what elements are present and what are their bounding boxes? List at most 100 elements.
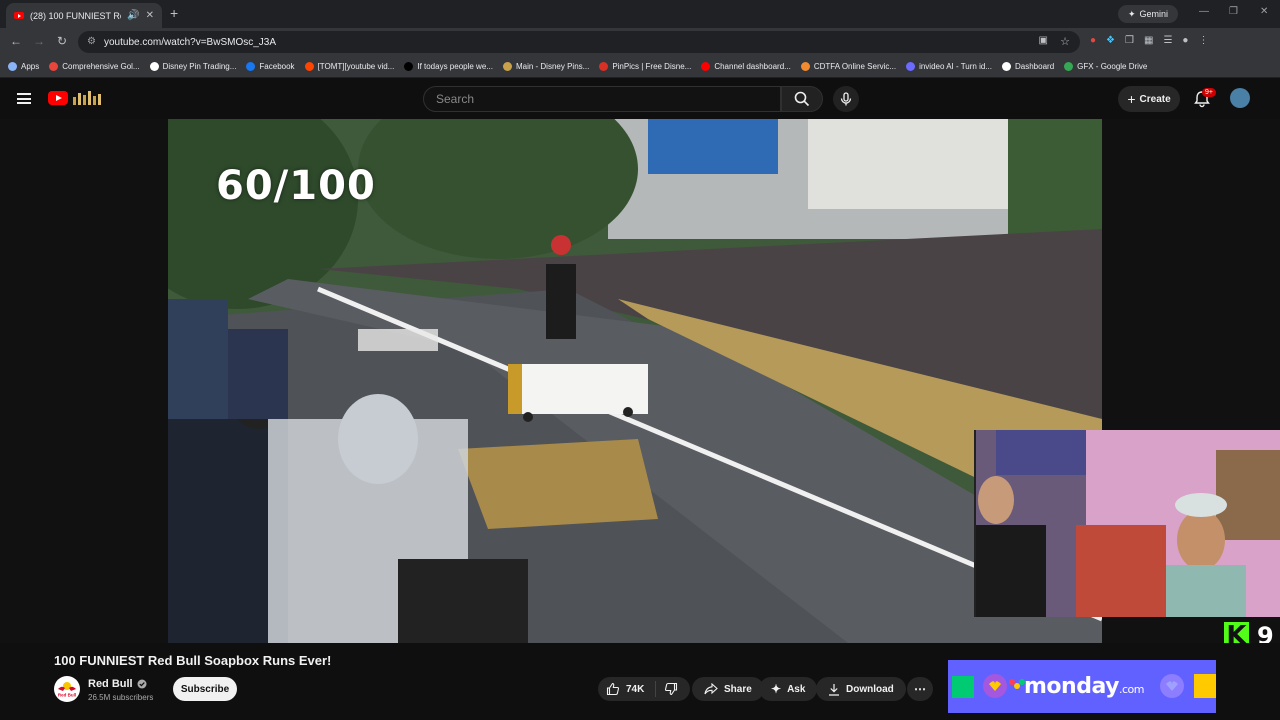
ask-label: Ask xyxy=(787,683,806,695)
close-window-icon[interactable]: ✕ xyxy=(1260,6,1268,17)
bookmark-label: If todays people we... xyxy=(417,62,493,71)
plus-icon: + xyxy=(1127,91,1136,107)
ask-button[interactable]: ✦ Ask xyxy=(759,677,818,701)
bookmark-item[interactable]: Channel dashboard... xyxy=(701,62,791,71)
bookmark-item[interactable]: If todays people we... xyxy=(404,62,493,71)
verified-check-icon xyxy=(137,679,147,689)
bookmark-favicon-icon xyxy=(49,62,59,71)
bookmark-star-icon[interactable]: ☆ xyxy=(1060,35,1070,48)
webcam-image xyxy=(976,430,1280,617)
minimize-icon[interactable]: — xyxy=(1199,6,1209,17)
bookmark-item[interactable]: Comprehensive Gol... xyxy=(49,62,140,71)
profile-icon[interactable]: ● xyxy=(1182,35,1188,46)
search-button[interactable] xyxy=(781,86,823,112)
voice-search-button[interactable] xyxy=(833,86,859,112)
bookmark-label: Comprehensive Gol... xyxy=(62,62,140,71)
share-label: Share xyxy=(724,683,752,695)
create-button[interactable]: + Create xyxy=(1118,86,1180,112)
bookmark-favicon-icon xyxy=(8,62,17,71)
bookmark-favicon-icon xyxy=(246,62,256,71)
new-tab-button[interactable]: + xyxy=(170,5,178,21)
download-icon xyxy=(829,683,839,696)
dislike-button[interactable] xyxy=(656,682,678,696)
bookmark-favicon-icon xyxy=(800,62,810,71)
url-text: youtube.com/watch?v=BwSMOsc_J3A xyxy=(104,36,277,48)
bookmark-label: Apps xyxy=(21,62,40,71)
like-dislike-group: 74K xyxy=(598,677,690,701)
bookmark-item[interactable]: Dashboard xyxy=(1002,62,1054,71)
address-bar[interactable]: ⚙ youtube.com/watch?v=BwSMOsc_J3A ▣ ☆ xyxy=(78,31,1080,53)
youtube-header: Search + Create 9+ xyxy=(0,79,1280,119)
reload-icon[interactable]: ↻ xyxy=(57,34,67,48)
more-actions-button[interactable]: ⋯ xyxy=(907,677,933,701)
browser-tab[interactable]: (28) 100 FUNNIEST Red Bull 🔊 ✕ xyxy=(6,3,162,28)
bookmark-item[interactable]: Apps xyxy=(8,62,39,71)
bookmark-item[interactable]: CDTFA Online Servic... xyxy=(800,62,897,71)
bookmark-favicon-icon xyxy=(304,62,314,71)
extension-red-icon[interactable]: ● xyxy=(1090,35,1096,46)
bookmark-item[interactable]: Main - Disney Pins... xyxy=(502,62,590,71)
bookmark-favicon-icon xyxy=(502,62,512,71)
video-info-section: 100 FUNNIEST Red Bull Soapbox Runs Ever!… xyxy=(0,643,1280,720)
channel-name-link[interactable]: Red Bull xyxy=(88,678,147,690)
search-input[interactable]: Search xyxy=(423,86,781,112)
create-label: Create xyxy=(1139,93,1171,105)
like-count: 74K xyxy=(626,683,645,695)
bookmark-favicon-icon xyxy=(1002,62,1011,71)
download-button[interactable]: Download xyxy=(816,677,906,701)
svg-text:Red Bull: Red Bull xyxy=(58,693,76,698)
monday-ad-overlay[interactable]: monday.com xyxy=(948,660,1216,713)
notification-badge: 9+ xyxy=(1202,88,1216,97)
bookmark-label: Facebook xyxy=(259,62,295,71)
like-button[interactable]: 74K xyxy=(598,681,656,697)
speaker-icon[interactable]: 🔊 xyxy=(127,10,139,21)
restore-icon[interactable]: ❐ xyxy=(1229,6,1238,17)
forward-icon[interactable]: → xyxy=(33,34,45,48)
channel-avatar[interactable]: Red Bull xyxy=(54,676,80,702)
hamburger-menu-icon[interactable] xyxy=(17,93,31,104)
menu-icon[interactable]: ⋮ xyxy=(1198,35,1208,46)
video-counter-overlay: 60/100 xyxy=(216,163,376,209)
video-player[interactable]: 60/100 K 9 xyxy=(0,119,1280,643)
bookmark-item[interactable]: Facebook xyxy=(246,62,295,71)
install-icon[interactable]: ▣ xyxy=(1039,35,1048,46)
bookmark-item[interactable]: invideo AI - Turn id... xyxy=(906,62,992,71)
bookmark-item[interactable]: [TOMT][youtube vid... xyxy=(304,62,394,71)
kick-viewer-count: 9 xyxy=(1257,622,1274,643)
microphone-icon xyxy=(840,92,852,106)
monday-suffix: .com xyxy=(1118,683,1145,696)
bookmark-label: Disney Pin Trading... xyxy=(162,62,237,71)
bookmark-label: CDTFA Online Servic... xyxy=(813,62,897,71)
bookmark-label: Main - Disney Pins... xyxy=(515,62,590,71)
red-bull-logo-icon: Red Bull xyxy=(55,677,79,701)
user-avatar[interactable] xyxy=(1230,88,1250,108)
bookmark-label: invideo AI - Turn id... xyxy=(919,62,992,71)
share-button[interactable]: Share xyxy=(692,677,764,701)
video-frame[interactable]: 60/100 xyxy=(168,119,1102,643)
bookmark-item[interactable]: Disney Pin Trading... xyxy=(149,62,237,71)
extensions-puzzle-icon[interactable]: ❒ xyxy=(1125,35,1134,46)
youtube-logo-icon[interactable] xyxy=(48,91,68,105)
bookmark-label: PinPics | Free Disne... xyxy=(612,62,692,71)
back-icon[interactable]: ← xyxy=(10,34,22,48)
bookmark-favicon-icon xyxy=(149,62,159,71)
channel-name: Red Bull xyxy=(88,678,133,690)
extension-blue-icon[interactable]: ❖ xyxy=(1106,35,1115,46)
gemini-label: Gemini xyxy=(1139,9,1169,19)
bookmark-item[interactable]: PinPics | Free Disne... xyxy=(599,62,691,71)
monday-brand: monday xyxy=(1024,674,1119,699)
bookmark-label: GFX - Google Drive xyxy=(1077,62,1148,71)
subscribe-button[interactable]: Subscribe xyxy=(173,677,237,701)
browser-tab-bar: (28) 100 FUNNIEST Red Bull 🔊 ✕ + ✦ Gemin… xyxy=(0,0,1280,28)
site-settings-icon[interactable]: ⚙ xyxy=(87,36,96,47)
close-tab-icon[interactable]: ✕ xyxy=(146,10,154,21)
gemini-button[interactable]: ✦ Gemini xyxy=(1118,5,1178,23)
media-controls-icon[interactable]: ☰ xyxy=(1163,35,1172,46)
kick-viewer-overlay: K 9 xyxy=(1224,621,1274,643)
youtube-doodle-logo[interactable] xyxy=(71,89,103,107)
bookmark-label: Dashboard xyxy=(1015,62,1055,71)
bookmark-label: Channel dashboard... xyxy=(714,62,791,71)
download-label: Download xyxy=(846,683,894,695)
bookmark-item[interactable]: GFX - Google Drive xyxy=(1064,62,1147,71)
sidepanel-icon[interactable]: ▦ xyxy=(1144,35,1153,46)
